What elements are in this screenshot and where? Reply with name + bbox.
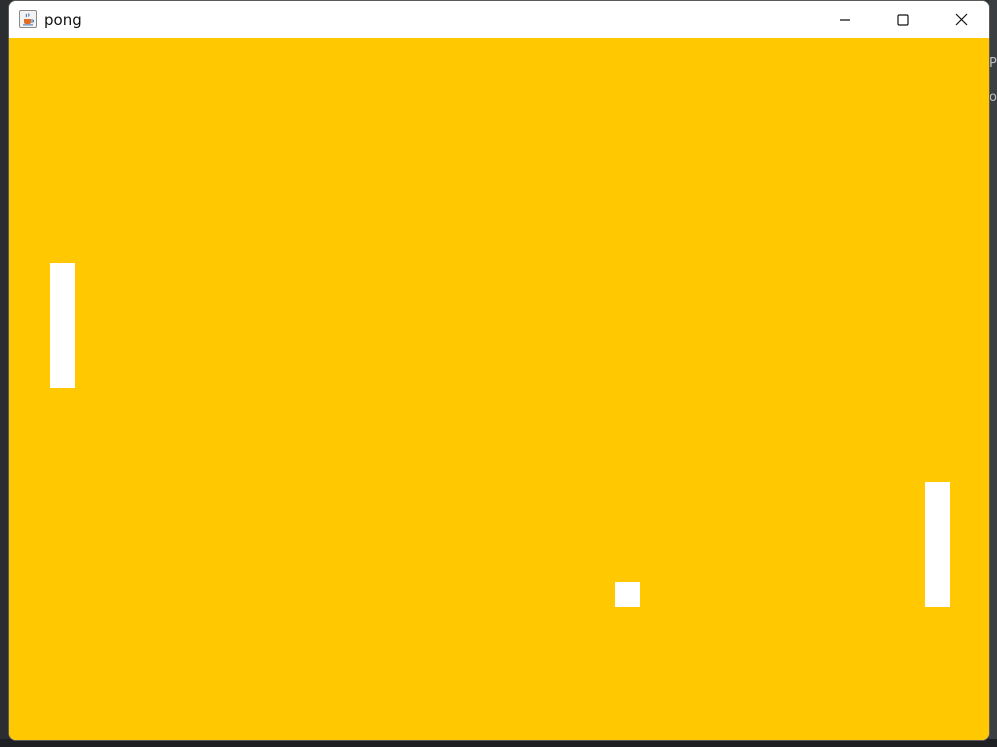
window-title: pong bbox=[44, 11, 82, 29]
minimize-button[interactable] bbox=[816, 1, 874, 38]
left-paddle bbox=[50, 263, 75, 388]
close-icon bbox=[955, 13, 967, 26]
game-canvas[interactable] bbox=[9, 38, 989, 740]
background-window-edge bbox=[989, 0, 997, 747]
right-paddle bbox=[925, 482, 950, 607]
background-text-fragment: o bbox=[989, 90, 997, 105]
java-cup-icon bbox=[19, 10, 37, 28]
pong-window: pong bbox=[8, 0, 990, 741]
background-text-fragment: P bbox=[989, 56, 997, 71]
maximize-button[interactable] bbox=[874, 1, 932, 38]
ball bbox=[615, 582, 640, 607]
title-bar[interactable]: pong bbox=[9, 1, 989, 38]
minimize-icon bbox=[840, 18, 850, 21]
close-button[interactable] bbox=[932, 1, 989, 38]
maximize-icon bbox=[897, 13, 909, 26]
